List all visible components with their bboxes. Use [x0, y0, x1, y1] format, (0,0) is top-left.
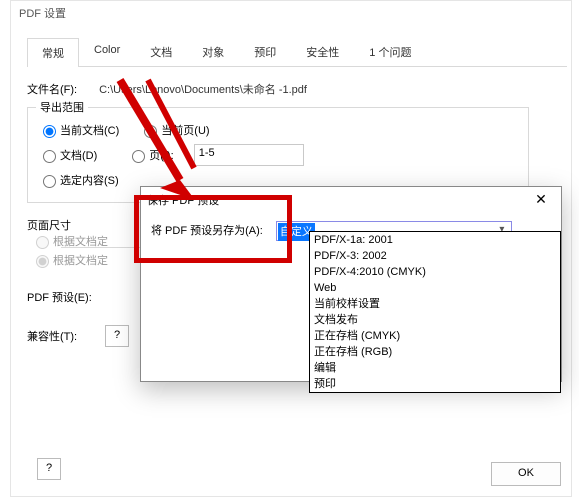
filename-value: C:\Users\Lenovo\Documents\未命名 -1.pdf [99, 81, 307, 97]
preset-dropdown: PDF/X-1a: 2001 PDF/X-3: 2002 PDF/X-4:201… [309, 231, 561, 393]
export-range-legend: 导出范围 [36, 99, 88, 115]
preset-option[interactable]: 正在存档 (RGB) [310, 344, 560, 360]
pages-input[interactable]: 1-5 [194, 144, 304, 166]
ok-button[interactable]: OK [491, 462, 561, 486]
preset-option[interactable]: PDF/X-1a: 2001 [310, 232, 560, 248]
pdf-preset-label: PDF 预设(E): [27, 289, 92, 305]
close-icon[interactable]: ✕ [527, 191, 555, 209]
tab-security[interactable]: 安全性 [291, 37, 354, 66]
tab-issues[interactable]: 1 个问题 [354, 37, 426, 66]
help-button[interactable]: ? [37, 458, 61, 480]
radio-current-doc[interactable]: 当前文档(C) [38, 122, 119, 138]
preset-option[interactable]: Web [310, 280, 560, 296]
compat-help-button[interactable]: ? [105, 325, 129, 347]
tab-prepress[interactable]: 预印 [239, 37, 291, 66]
preset-option[interactable]: 文档发布 [310, 312, 560, 328]
radio-pagesize-doc2[interactable]: 根据文档定 [31, 252, 108, 268]
preset-option[interactable]: PDF/X-3: 2002 [310, 248, 560, 264]
tab-color[interactable]: Color [79, 37, 135, 66]
preset-option[interactable]: 预印 [310, 376, 560, 392]
radio-current-page[interactable]: 当前页(U) [139, 122, 209, 138]
filename-label: 文件名(F): [27, 81, 77, 97]
preset-option[interactable]: 正在存档 (CMYK) [310, 328, 560, 344]
tab-bar: 常规 Color 文档 对象 预印 安全性 1 个问题 [27, 37, 567, 67]
preset-option[interactable]: PDF/X-4:2010 (CMYK) [310, 264, 560, 280]
window-title: PDF 设置 [11, 1, 571, 24]
preset-option[interactable]: 编辑 [310, 360, 560, 376]
tab-object[interactable]: 对象 [187, 37, 239, 66]
radio-pages[interactable]: 页(I): [127, 147, 173, 163]
radio-selection[interactable]: 选定内容(S) [38, 172, 119, 188]
tab-document[interactable]: 文档 [135, 37, 187, 66]
compat-label: 兼容性(T): [27, 328, 77, 344]
radio-documents[interactable]: 文档(D) [38, 147, 97, 163]
annotation-box [134, 195, 292, 263]
preset-option[interactable]: 当前校样设置 [310, 296, 560, 312]
tab-general[interactable]: 常规 [27, 38, 79, 67]
